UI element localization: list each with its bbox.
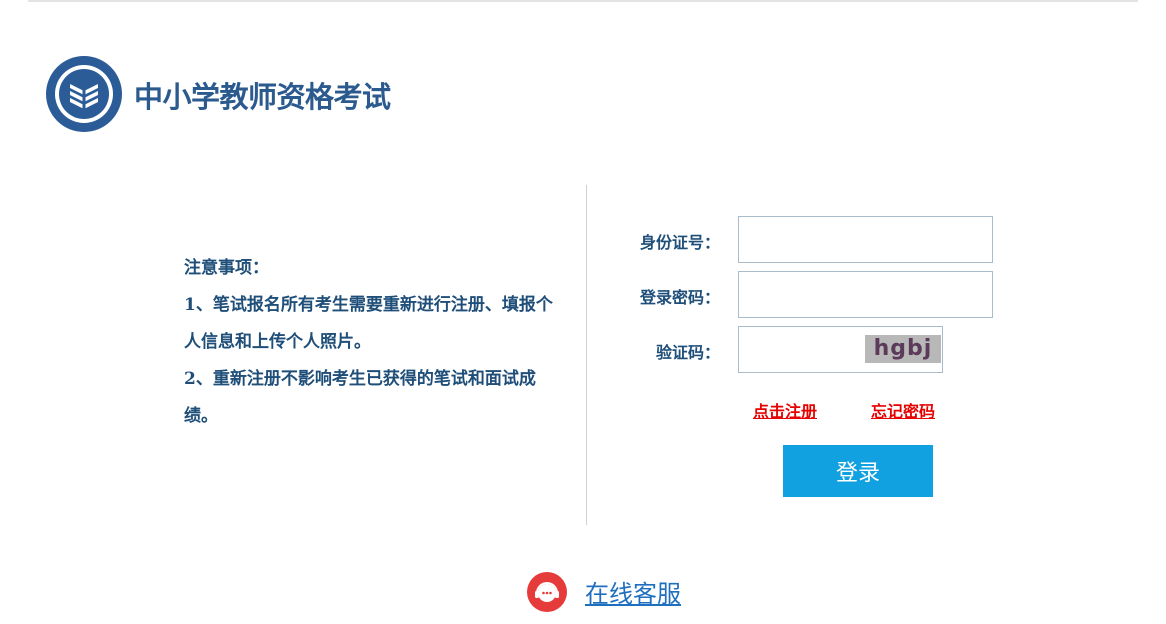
notice-title: 注意事项： [184,258,269,278]
site-title: 中小学教师资格考试 [134,80,391,114]
password-label: 登录密码： [639,288,720,307]
forgot-password-link[interactable]: 忘记密码 [871,398,935,422]
password-input[interactable] [738,271,993,318]
captcha-image[interactable]: hgbj [865,335,941,363]
notice-item-1: 1、笔试报名所有考生需要重新进行注册、填报个人信息和上传个人照片。 [184,295,553,352]
id-number-input[interactable] [738,216,993,263]
id-number-label: 身份证号： [639,233,720,252]
register-link[interactable]: 点击注册 [753,398,817,422]
captcha-label: 验证码： [655,343,720,362]
online-service-link[interactable]: 在线客服 [585,574,681,609]
top-divider [28,0,1138,2]
headset-support-icon[interactable] [527,572,567,612]
login-button[interactable]: 登录 [783,445,933,497]
notice-item-2: 2、重新注册不影响考生已获得的笔试和面试成绩。 [184,369,536,426]
book-emblem-icon [46,56,122,132]
notice-panel: 注意事项： 1、笔试报名所有考生需要重新进行注册、填报个人信息和上传个人照片。 … [184,250,564,435]
vertical-divider [586,185,587,525]
